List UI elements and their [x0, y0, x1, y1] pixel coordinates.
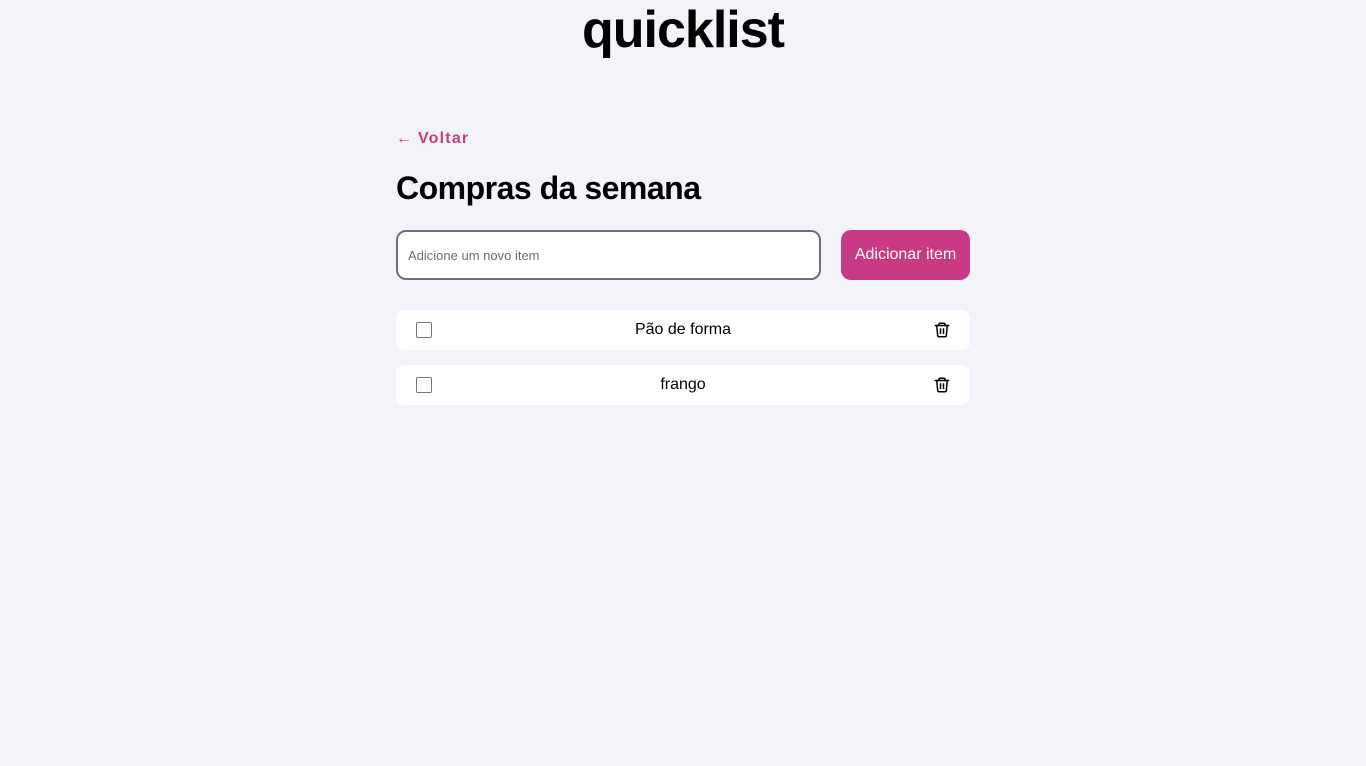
item-checkbox[interactable] [416, 322, 432, 338]
delete-item-button[interactable] [931, 319, 953, 341]
main-content: ← Voltar Compras da semana Adicionar ite… [396, 126, 970, 420]
item-label: Pão de forma [634, 321, 732, 338]
item-label: frango [660, 376, 706, 393]
trash-icon [934, 377, 950, 393]
arrow-left-icon: ← [396, 130, 412, 147]
item-checkbox[interactable] [416, 377, 432, 393]
back-link[interactable]: ← Voltar [396, 126, 469, 152]
trash-icon [934, 322, 950, 338]
item-list: Pão de forma frango [396, 310, 970, 405]
list-item: Pão de forma [396, 310, 970, 350]
list-item: frango [396, 365, 970, 405]
new-item-input[interactable] [396, 230, 821, 280]
back-link-label: Voltar [418, 130, 470, 147]
page-title: Compras da semana [396, 170, 701, 206]
add-item-button[interactable]: Adicionar item [841, 230, 970, 280]
app-logo: quicklist [582, 1, 785, 59]
add-item-form: Adicionar item [396, 230, 970, 280]
delete-item-button[interactable] [931, 374, 953, 396]
